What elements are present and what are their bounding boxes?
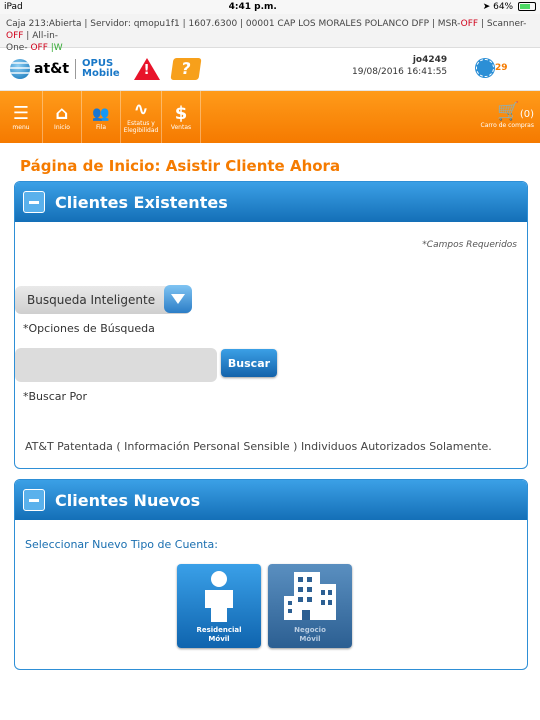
business-mobile-tile[interactable]: Negocio Móvil xyxy=(268,564,352,648)
user-info: jo4249 19/08/2016 16:41:55 xyxy=(352,54,447,78)
nav-fila[interactable]: 👥 Fila xyxy=(82,91,121,143)
new-clients-title: Clientes Nuevos xyxy=(55,490,201,510)
cart-button[interactable]: 🛒(0) Carro de compras xyxy=(481,101,534,129)
nav-estatus[interactable]: ∿ Estatus y Elegibilidad xyxy=(121,91,162,143)
app-header: at&t OPUS Mobile ! ? jo4249 19/08/2016 16… xyxy=(0,48,540,91)
existing-clients-panel: Clientes Existentes *Campos Requeridos B… xyxy=(14,181,528,469)
session-info-bar: Caja 213:Abierta | Servidor: qmopu1f1 | … xyxy=(0,14,540,53)
opus-mobile-logo: OPUS Mobile xyxy=(82,58,120,79)
cart-icon: 🛒 xyxy=(497,101,520,122)
search-type-select[interactable]: Busqueda Inteligente xyxy=(15,285,192,314)
search-button[interactable]: Buscar xyxy=(221,349,277,377)
nav-ventas[interactable]: $ Ventas xyxy=(162,91,201,143)
chevron-down-icon[interactable] xyxy=(164,285,192,313)
user-id: jo4249 xyxy=(412,55,448,65)
help-icon[interactable]: ? xyxy=(170,58,202,80)
collapse-icon[interactable] xyxy=(23,191,45,213)
ios-status-bar: iPad 4:41 p.m. ➤ 64% xyxy=(0,0,540,14)
existing-clients-header[interactable]: Clientes Existentes xyxy=(15,182,527,222)
account-type-label: Seleccionar Nuevo Tipo de Cuenta: xyxy=(25,538,218,551)
legal-notice: AT&T Patentada ( Información Personal Se… xyxy=(25,440,492,453)
device-label: iPad xyxy=(4,2,23,12)
search-options-label: *Opciones de Búsqueda xyxy=(23,322,155,335)
att-globe-icon xyxy=(10,59,30,79)
att-logo: at&t OPUS Mobile xyxy=(10,59,120,79)
people-icon: 👥 xyxy=(92,105,110,122)
person-icon xyxy=(205,571,233,622)
required-fields-note: *Campos Requeridos xyxy=(422,240,517,250)
notifications-button[interactable]: 29 xyxy=(476,59,508,77)
battery-icon xyxy=(518,2,536,11)
new-clients-panel: Clientes Nuevos Seleccionar Nuevo Tipo d… xyxy=(14,479,528,670)
hamburger-icon: ☰ xyxy=(12,102,30,124)
existing-clients-title: Clientes Existentes xyxy=(55,192,228,212)
search-by-label: *Buscar Por xyxy=(23,390,88,403)
page-title: Página de Inicio: Asistir Cliente Ahora xyxy=(20,157,341,175)
battery-indicator: ➤ 64% xyxy=(483,2,536,12)
alert-icon[interactable]: ! xyxy=(133,58,160,80)
cart-label: Carro de compras xyxy=(480,122,534,129)
search-input[interactable] xyxy=(15,348,217,382)
notifications-icon xyxy=(476,59,494,77)
pulse-icon: ∿ xyxy=(133,99,149,120)
dollar-icon: $ xyxy=(174,102,188,124)
building-icon xyxy=(284,572,336,620)
new-clients-header[interactable]: Clientes Nuevos xyxy=(15,480,527,520)
notifications-count: 29 xyxy=(495,63,508,73)
residential-mobile-tile[interactable]: Residencial Móvil xyxy=(177,564,261,648)
nav-inicio[interactable]: ⌂ Inicio xyxy=(43,91,82,143)
nav-menu[interactable]: ☰ menu xyxy=(0,91,43,143)
cart-count: (0) xyxy=(519,109,534,120)
collapse-icon[interactable] xyxy=(23,489,45,511)
session-datetime: 19/08/2016 16:41:55 xyxy=(352,67,448,77)
main-navbar: ☰ menu ⌂ Inicio 👥 Fila ∿ Estatus y Elegi… xyxy=(0,91,540,143)
home-icon: ⌂ xyxy=(55,102,69,124)
clock: 4:41 p.m. xyxy=(228,2,277,12)
